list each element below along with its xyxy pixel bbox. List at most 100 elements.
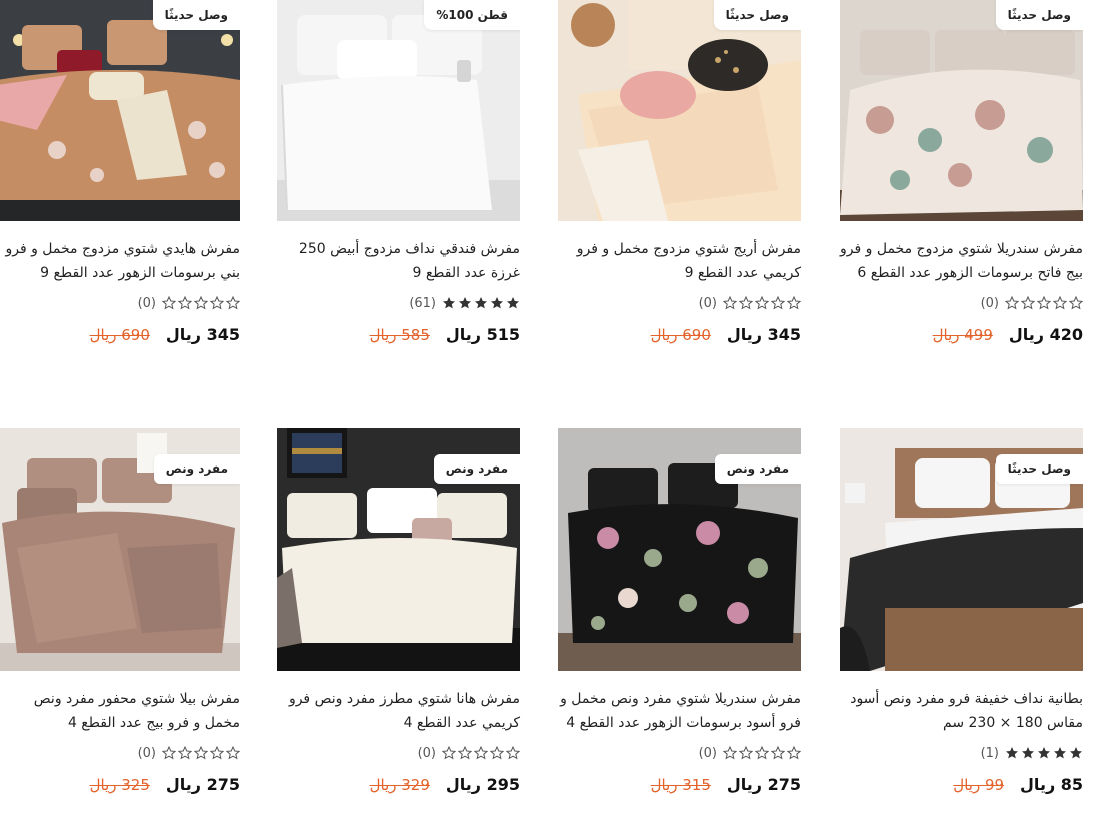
- star-outline-icon: [755, 746, 769, 760]
- star-outline-icon: [178, 746, 192, 760]
- star-rating: [723, 746, 801, 760]
- product-image[interactable]: مفرد ونص: [277, 428, 520, 671]
- old-price: 99 ريال: [953, 776, 1005, 794]
- product-rating: (0): [558, 291, 801, 315]
- product-card[interactable]: وصل حديثًا مفرش هايدي شتوي مزدوج مخمل و …: [0, 0, 240, 344]
- product-title[interactable]: مفرش فندقي نداف مزدوج أبيض 250 غرزة عدد …: [277, 237, 520, 285]
- product-price: 345 ريال 690 ريال: [558, 325, 801, 344]
- star-rating: [442, 296, 520, 310]
- product-badge: مفرد ونص: [153, 454, 240, 484]
- star-outline-icon: [490, 746, 504, 760]
- product-image[interactable]: مفرد ونص: [0, 428, 240, 671]
- star-outline-icon: [739, 296, 753, 310]
- product-title[interactable]: بطانية نداف خفيفة فرو مفرد ونص أسود مقاس…: [840, 687, 1083, 735]
- product-badge: مفرد ونص: [714, 454, 801, 484]
- star-outline-icon: [739, 746, 753, 760]
- product-card[interactable]: وصل حديثًا مفرش أريج شتوي مزدوج مخمل و ف…: [558, 0, 801, 344]
- star-rating: [162, 746, 240, 760]
- old-price: 690 ريال: [650, 326, 711, 344]
- review-count: (0): [137, 295, 156, 311]
- product-badge: وصل حديثًا: [995, 0, 1083, 30]
- review-count: (0): [137, 745, 156, 761]
- star-outline-icon: [1053, 296, 1067, 310]
- star-filled-icon: [1070, 747, 1082, 759]
- old-price: 499 ريال: [932, 326, 993, 344]
- product-rating: (0): [0, 291, 240, 315]
- current-price: 345 ريال: [165, 325, 240, 344]
- star-outline-icon: [1021, 296, 1035, 310]
- product-badge: قطن 100%: [424, 0, 520, 30]
- star-rating: [1005, 746, 1083, 760]
- star-filled-icon: [459, 297, 471, 309]
- old-price: 329 ريال: [369, 776, 430, 794]
- star-outline-icon: [442, 746, 456, 760]
- product-card[interactable]: مفرد ونص مفرش بيلا شتوي محفور مفرد ونص م…: [0, 428, 240, 794]
- product-card[interactable]: مفرد ونص مفرش هانا شتوي مطرز مفرد ونص فر…: [277, 428, 520, 794]
- current-price: 85 ريال: [1020, 775, 1083, 794]
- star-outline-icon: [226, 296, 240, 310]
- star-outline-icon: [162, 296, 176, 310]
- product-rating: (0): [840, 291, 1083, 315]
- review-count: (0): [417, 745, 436, 761]
- current-price: 275 ريال: [726, 775, 801, 794]
- bed-photo: [840, 0, 1083, 221]
- product-price: 275 ريال 325 ريال: [0, 775, 240, 794]
- star-rating: [723, 296, 801, 310]
- product-title[interactable]: مفرش هانا شتوي مطرز مفرد ونص فرو كريمي ع…: [277, 687, 520, 735]
- product-price: 515 ريال 585 ريال: [277, 325, 520, 344]
- star-filled-icon: [1022, 747, 1034, 759]
- star-filled-icon: [491, 297, 503, 309]
- star-outline-icon: [787, 746, 801, 760]
- product-title[interactable]: مفرش هايدي شتوي مزدوج مخمل و فرو بني برس…: [0, 237, 240, 285]
- product-rating: (1): [840, 741, 1083, 765]
- product-price: 345 ريال 690 ريال: [0, 325, 240, 344]
- product-rating: (0): [277, 741, 520, 765]
- star-outline-icon: [771, 296, 785, 310]
- star-outline-icon: [226, 746, 240, 760]
- star-outline-icon: [474, 746, 488, 760]
- star-filled-icon: [1006, 747, 1018, 759]
- current-price: 295 ريال: [445, 775, 520, 794]
- star-outline-icon: [194, 296, 208, 310]
- star-outline-icon: [458, 746, 472, 760]
- star-outline-icon: [178, 296, 192, 310]
- star-outline-icon: [506, 746, 520, 760]
- product-badge: وصل حديثًا: [152, 0, 240, 30]
- star-outline-icon: [723, 746, 737, 760]
- review-count: (0): [698, 745, 717, 761]
- product-image[interactable]: وصل حديثًا: [840, 0, 1083, 221]
- current-price: 515 ريال: [445, 325, 520, 344]
- product-image[interactable]: مفرد ونص: [558, 428, 801, 671]
- star-outline-icon: [1005, 296, 1019, 310]
- product-image[interactable]: قطن 100%: [277, 0, 520, 221]
- star-filled-icon: [1038, 747, 1050, 759]
- product-title[interactable]: مفرش سندريلا شتوي مفرد ونص مخمل و فرو أس…: [558, 687, 801, 735]
- product-price: 420 ريال 499 ريال: [840, 325, 1083, 344]
- product-card[interactable]: قطن 100% مفرش فندقي نداف مزدوج أبيض 250 …: [277, 0, 520, 344]
- star-outline-icon: [723, 296, 737, 310]
- star-outline-icon: [771, 746, 785, 760]
- product-image[interactable]: وصل حديثًا: [558, 0, 801, 221]
- star-outline-icon: [1069, 296, 1083, 310]
- product-title[interactable]: مفرش بيلا شتوي محفور مفرد ونص مخمل و فرو…: [0, 687, 240, 735]
- star-rating: [162, 296, 240, 310]
- bed-photo: [558, 0, 801, 221]
- product-image[interactable]: وصل حديثًا: [840, 428, 1083, 671]
- product-price: 295 ريال 329 ريال: [277, 775, 520, 794]
- review-count: (0): [980, 295, 999, 311]
- star-outline-icon: [787, 296, 801, 310]
- product-title[interactable]: مفرش أريج شتوي مزدوج مخمل و فرو كريمي عد…: [558, 237, 801, 285]
- star-outline-icon: [194, 746, 208, 760]
- star-filled-icon: [1054, 747, 1066, 759]
- star-outline-icon: [210, 746, 224, 760]
- product-price: 275 ريال 315 ريال: [558, 775, 801, 794]
- product-card[interactable]: وصل حديثًا بطانية نداف خفيفة فرو مفرد ون…: [840, 428, 1083, 794]
- star-filled-icon: [475, 297, 487, 309]
- product-title[interactable]: مفرش سندريلا شتوي مزدوج مخمل و فرو بيج ف…: [840, 237, 1083, 285]
- product-card[interactable]: مفرد ونص مفرش سندريلا شتوي مفرد ونص مخمل…: [558, 428, 801, 794]
- bed-photo: [0, 0, 240, 221]
- product-image[interactable]: وصل حديثًا: [0, 0, 240, 221]
- product-card[interactable]: وصل حديثًا مفرش سندريلا شتوي مزدوج مخمل …: [840, 0, 1083, 344]
- star-rating: [1005, 296, 1083, 310]
- old-price: 690 ريال: [89, 326, 150, 344]
